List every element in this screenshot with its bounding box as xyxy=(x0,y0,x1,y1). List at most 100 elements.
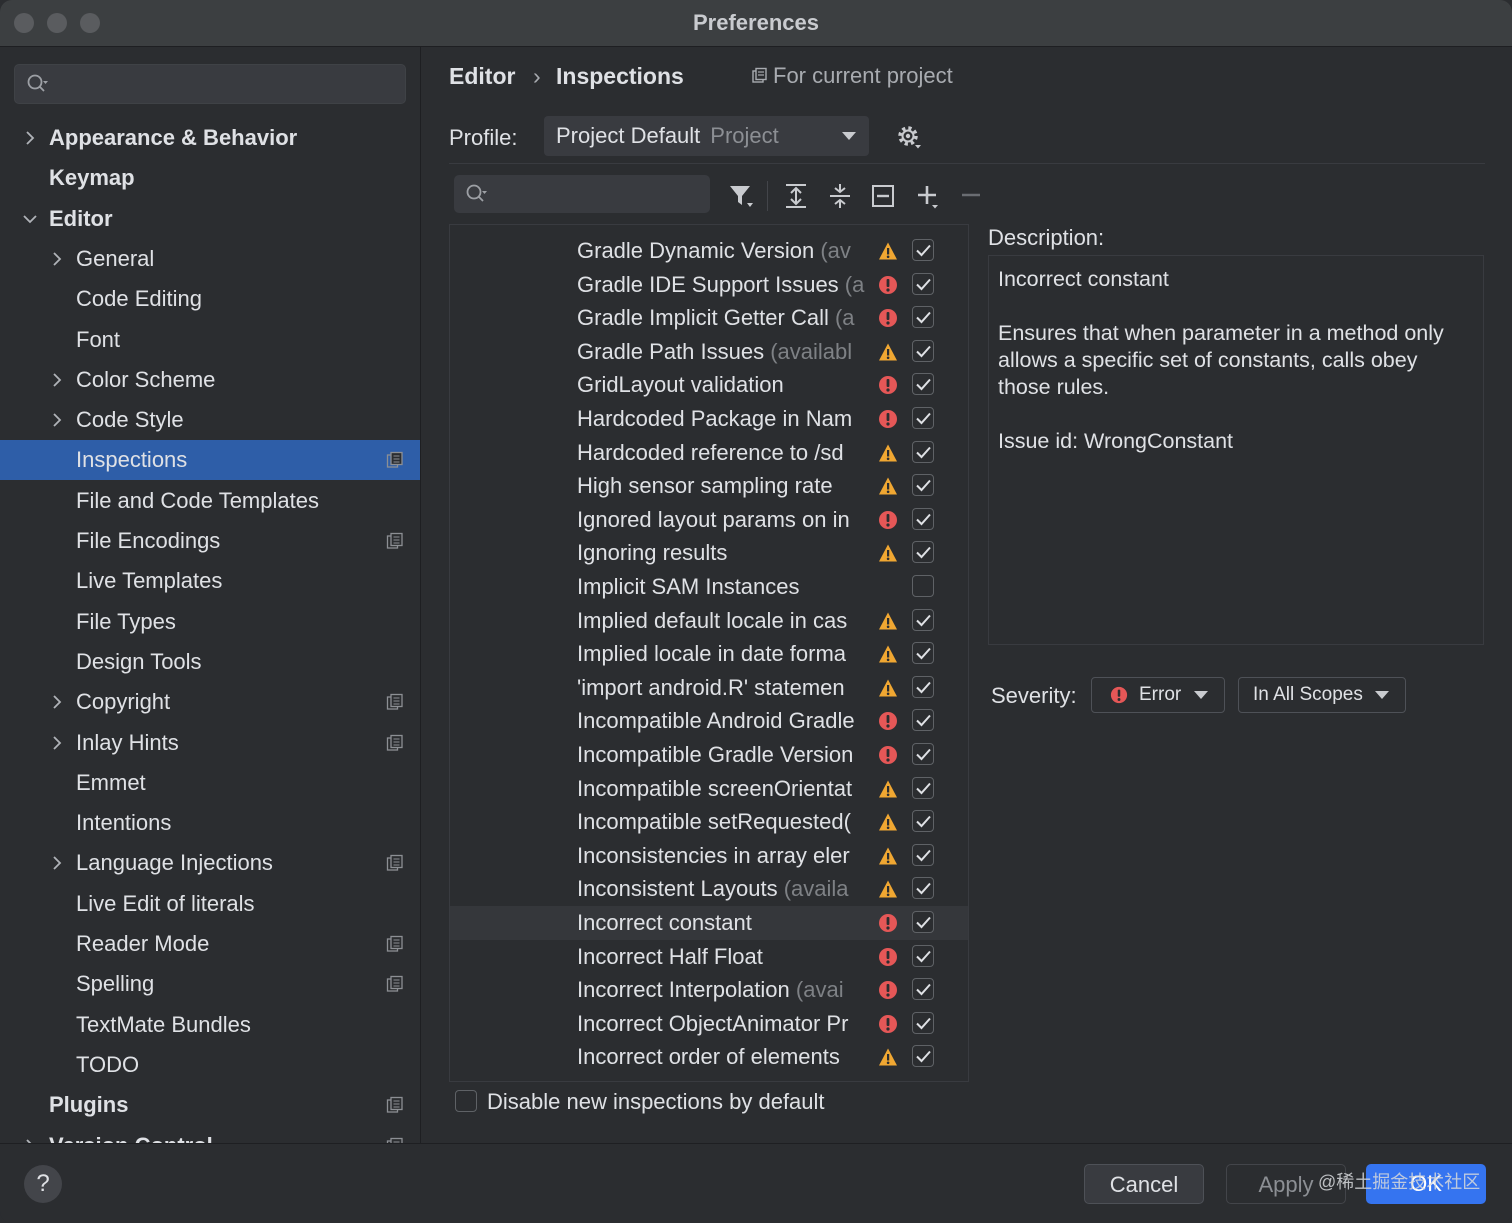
sidebar-item-version-control[interactable]: Version Control xyxy=(0,1126,420,1143)
profile-dropdown[interactable]: Project Default Project xyxy=(544,116,869,156)
sidebar-item-general[interactable]: General xyxy=(0,239,420,279)
sidebar-item-font[interactable]: Font xyxy=(0,320,420,360)
sidebar-item-todo[interactable]: TODO xyxy=(0,1045,420,1085)
sidebar-item-inspections[interactable]: Inspections xyxy=(0,440,420,481)
chevron-down-icon[interactable] xyxy=(22,211,38,227)
sidebar-item-design-tools[interactable]: Design Tools xyxy=(0,642,420,682)
sidebar-item-code-style[interactable]: Code Style xyxy=(0,400,420,440)
inspection-row[interactable]: 'import android.R' statemen xyxy=(450,671,968,705)
inspection-enabled-checkbox[interactable] xyxy=(912,810,934,833)
inspection-row[interactable]: Gradle Dynamic Version (av xyxy=(450,234,968,268)
sidebar-item-keymap[interactable]: Keymap xyxy=(0,158,420,198)
inspection-enabled-checkbox[interactable] xyxy=(912,407,934,429)
sidebar-item-intentions[interactable]: Intentions xyxy=(0,803,420,843)
inspection-row[interactable]: Implicit SAM Instances xyxy=(450,570,968,604)
inspection-enabled-checkbox[interactable] xyxy=(912,944,934,967)
inspection-row[interactable]: Incompatible setRequested( xyxy=(450,805,968,839)
inspection-enabled-checkbox[interactable] xyxy=(912,978,934,1001)
sidebar-item-emmet[interactable]: Emmet xyxy=(0,763,420,803)
sidebar-item-copyright[interactable]: Copyright xyxy=(0,682,420,722)
gear-icon[interactable] xyxy=(895,123,923,151)
disable-new-inspections-checkbox[interactable] xyxy=(455,1090,477,1112)
inspection-row[interactable]: Inconsistent Layouts (availa xyxy=(450,872,968,906)
inspection-row[interactable]: Ignored layout params on in xyxy=(450,503,968,537)
inspection-row[interactable]: Incorrect ObjectAnimator Pr xyxy=(450,1007,968,1041)
chevron-right-icon[interactable] xyxy=(49,412,65,428)
sidebar-item-spelling[interactable]: Spelling xyxy=(0,964,420,1004)
inspection-row[interactable]: Incompatible Android Gradle xyxy=(450,704,968,738)
inspection-row[interactable]: Inconsistencies in array eler xyxy=(450,839,968,873)
inspection-search-input[interactable] xyxy=(454,175,710,213)
chevron-right-icon[interactable] xyxy=(49,855,65,871)
sidebar-item-inlay-hints[interactable]: Inlay Hints xyxy=(0,723,420,763)
inspection-row[interactable]: Incorrect order of elements xyxy=(450,1040,968,1074)
inspection-enabled-checkbox[interactable] xyxy=(912,709,934,732)
inspection-row[interactable]: Hardcoded reference to /sd xyxy=(450,436,968,470)
inspection-row[interactable]: Incorrect Half Float xyxy=(450,940,968,974)
chevron-right-icon[interactable] xyxy=(49,251,65,267)
inspection-row[interactable]: High sensor sampling rate xyxy=(450,469,968,503)
cancel-button[interactable]: Cancel xyxy=(1084,1164,1204,1204)
inspection-enabled-checkbox[interactable] xyxy=(912,339,934,362)
inspection-enabled-checkbox[interactable] xyxy=(912,1011,934,1034)
inspection-enabled-checkbox[interactable] xyxy=(912,474,934,497)
inspection-row[interactable]: GridLayout validation xyxy=(450,368,968,402)
chevron-right-icon[interactable] xyxy=(49,694,65,710)
chevron-right-icon[interactable] xyxy=(49,735,65,751)
sidebar-item-live-templates[interactable]: Live Templates xyxy=(0,561,420,601)
filter-icon[interactable] xyxy=(727,182,755,210)
inspection-row[interactable]: Incompatible screenOrientat xyxy=(450,772,968,806)
inspection-row[interactable]: Hardcoded Package in Nam xyxy=(450,402,968,436)
inspection-row[interactable]: Incorrect constant xyxy=(450,906,968,940)
inspection-enabled-checkbox[interactable] xyxy=(912,373,934,396)
sidebar-item-reader-mode[interactable]: Reader Mode xyxy=(0,924,420,964)
chevron-right-icon[interactable] xyxy=(22,130,38,146)
inspection-enabled-checkbox[interactable] xyxy=(912,239,934,261)
inspection-enabled-checkbox[interactable] xyxy=(912,541,934,564)
sidebar-item-textmate-bundles[interactable]: TextMate Bundles xyxy=(0,1005,420,1045)
inspection-row[interactable]: Incorrect Interpolation (avai xyxy=(450,973,968,1007)
remove-icon[interactable] xyxy=(957,182,985,210)
sidebar-item-code-editing[interactable]: Code Editing xyxy=(0,279,420,319)
help-button[interactable]: ? xyxy=(24,1165,62,1203)
scope-dropdown[interactable]: In All Scopes xyxy=(1238,677,1406,713)
inspection-enabled-checkbox[interactable] xyxy=(912,507,934,530)
inspection-row[interactable]: Gradle Implicit Getter Call (a xyxy=(450,301,968,335)
inspection-row[interactable]: Implied default locale in cas xyxy=(450,604,968,638)
inspection-enabled-checkbox[interactable] xyxy=(912,911,934,933)
inspection-enabled-checkbox[interactable] xyxy=(912,675,934,698)
add-icon[interactable] xyxy=(914,182,942,210)
inspection-list[interactable]: Gradle Dynamic Version (av Gradle IDE Sup… xyxy=(449,224,969,1082)
inspection-row[interactable]: Incompatible Gradle Version xyxy=(450,738,968,772)
inspection-enabled-checkbox[interactable] xyxy=(912,306,934,329)
inspection-row[interactable]: Ignoring results xyxy=(450,536,968,570)
inspection-enabled-checkbox[interactable] xyxy=(912,642,934,665)
chevron-right-icon[interactable] xyxy=(49,372,65,388)
reset-icon[interactable] xyxy=(869,182,897,210)
sidebar-item-editor[interactable]: Editor xyxy=(0,199,420,239)
inspection-enabled-checkbox[interactable] xyxy=(912,776,934,799)
sidebar-item-live-edit-of-literals[interactable]: Live Edit of literals xyxy=(0,884,420,924)
sidebar-item-language-injections[interactable]: Language Injections xyxy=(0,843,420,883)
inspection-enabled-checkbox[interactable] xyxy=(912,440,934,463)
expand-all-icon[interactable] xyxy=(782,182,810,210)
inspection-enabled-checkbox[interactable] xyxy=(912,877,934,900)
inspection-enabled-checkbox[interactable] xyxy=(912,843,934,866)
collapse-all-icon[interactable] xyxy=(826,182,854,210)
sidebar-item-plugins[interactable]: Plugins xyxy=(0,1085,420,1125)
sidebar-item-file-types[interactable]: File Types xyxy=(0,602,420,642)
inspection-enabled-checkbox[interactable] xyxy=(912,575,934,597)
settings-search-input[interactable] xyxy=(14,64,406,104)
inspection-row[interactable]: Gradle Path Issues (availabl xyxy=(450,335,968,369)
inspection-enabled-checkbox[interactable] xyxy=(912,608,934,631)
inspection-row[interactable]: Gradle IDE Support Issues (a xyxy=(450,268,968,302)
severity-dropdown[interactable]: Error xyxy=(1091,677,1225,713)
sidebar-item-appearance-behavior[interactable]: Appearance & Behavior xyxy=(0,118,420,158)
sidebar-item-file-and-code-templates[interactable]: File and Code Templates xyxy=(0,481,420,521)
inspection-row[interactable]: Implied locale in date forma xyxy=(450,637,968,671)
sidebar-item-file-encodings[interactable]: File Encodings xyxy=(0,521,420,561)
inspection-enabled-checkbox[interactable] xyxy=(912,272,934,295)
breadcrumb-editor[interactable]: Editor xyxy=(449,61,515,91)
inspection-enabled-checkbox[interactable] xyxy=(912,743,934,765)
inspection-enabled-checkbox[interactable] xyxy=(912,1045,934,1068)
